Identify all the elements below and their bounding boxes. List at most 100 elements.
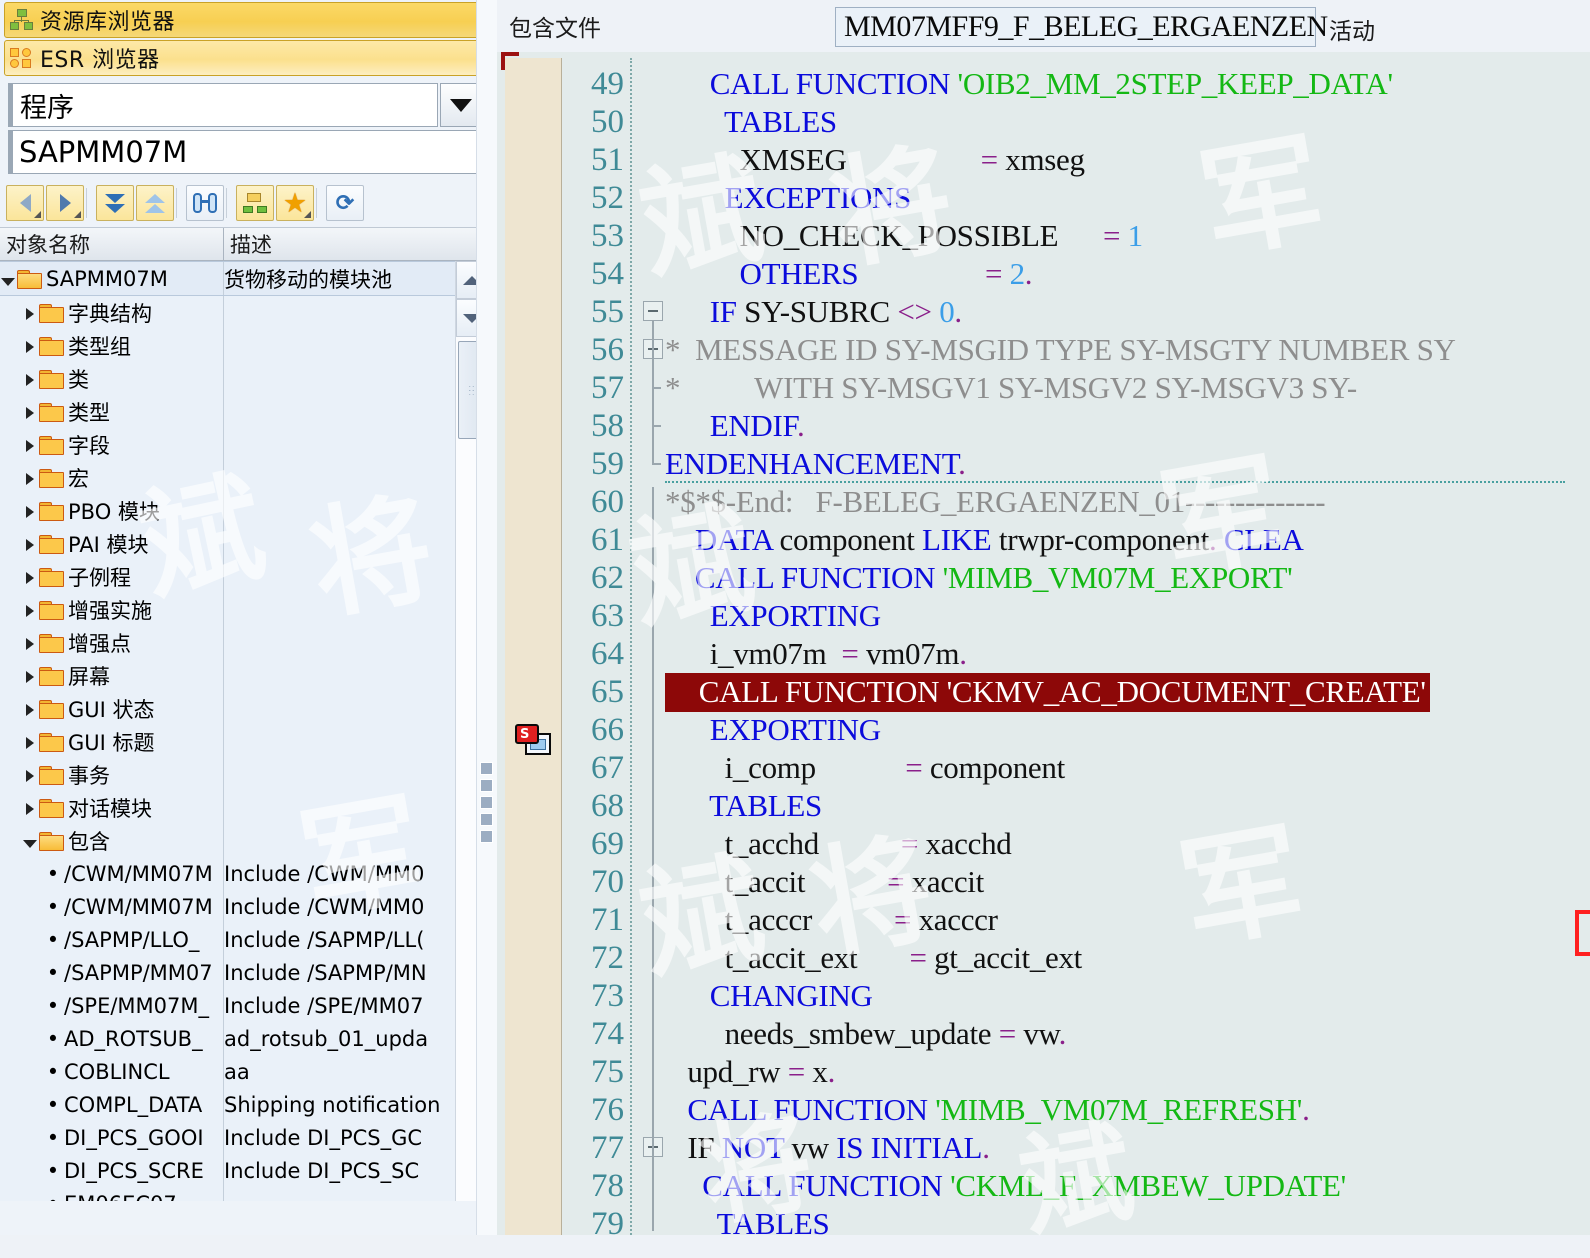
code-line[interactable]: *$*$-End: F-BELEG_ERGAENZEN_01----------… [665, 483, 1326, 521]
code-line[interactable]: NO_CHECK_POSSIBLE = 1 [665, 217, 1144, 255]
tree-row-folder[interactable]: 包含 [0, 824, 488, 857]
twisty-closed-icon[interactable] [22, 433, 38, 457]
tree-row-include[interactable]: • AD_ROTSUB_ ad_rotsub_01_upda [0, 1022, 488, 1055]
collapse-all-button[interactable] [136, 185, 174, 221]
column-header-description[interactable]: 描述 [224, 228, 488, 260]
column-header-object-name[interactable]: 对象名称 [0, 228, 224, 260]
panel-splitter[interactable] [476, 0, 498, 1235]
code-line[interactable]: t_accit_ext = gt_accit_ext [665, 939, 1083, 977]
tree-row-folder[interactable]: 屏幕 [0, 659, 488, 692]
tree-row-folder[interactable]: 字典结构 [0, 296, 488, 329]
tree-row-include[interactable]: •/CWM/MM07M Include /CWM/MM0 [0, 890, 488, 923]
twisty-closed-icon[interactable] [22, 730, 38, 754]
twisty-closed-icon[interactable] [22, 565, 38, 589]
favorites-button[interactable]: ★ [276, 185, 314, 221]
code-line[interactable]: EXPORTING [665, 597, 881, 635]
tree-row-include[interactable]: • COBLINCL aa [0, 1055, 488, 1088]
twisty-closed-icon[interactable] [22, 301, 38, 325]
tree-row-folder[interactable]: 宏 [0, 461, 488, 494]
code-line[interactable]: upd_rw = x. [665, 1053, 835, 1091]
refresh-button[interactable]: ⟳ [326, 185, 364, 221]
twisty-closed-icon[interactable] [22, 697, 38, 721]
code-line[interactable]: needs_smbew_update = vw. [665, 1015, 1067, 1053]
twisty-open-icon[interactable] [0, 267, 16, 291]
find-button[interactable] [186, 185, 224, 221]
repository-browser-header[interactable]: 资源库浏览器 [4, 2, 484, 38]
object-name-input[interactable]: SAPMM07M [8, 130, 482, 174]
code-line[interactable]: EXCEPTIONS [665, 179, 912, 217]
code-line[interactable]: IF SY-SUBRC <> 0. [665, 293, 962, 331]
code-line[interactable]: ENDENHANCEMENT. [665, 445, 966, 483]
fold-toggle-icon[interactable] [643, 301, 663, 321]
twisty-closed-icon[interactable] [22, 796, 38, 820]
code-line[interactable]: i_comp = component [665, 749, 1066, 787]
code-text-area[interactable]: CALL FUNCTION 'OIB2_MM_2STEP_KEEP_DATA' … [665, 58, 1590, 1235]
code-line[interactable]: DATA component LIKE trwpr-component. CLE… [665, 521, 1304, 559]
tree-row-include[interactable]: •/SAPMP/MM07 Include /SAPMP/MN [0, 956, 488, 989]
splitter-grip-icon[interactable] [480, 762, 493, 847]
twisty-closed-icon[interactable] [22, 631, 38, 655]
tree-row-folder[interactable]: GUI 标题 [0, 725, 488, 758]
tree-row-root[interactable]: SAPMM07M 货物移动的模块池 [0, 261, 488, 296]
code-line[interactable]: CALL FUNCTION 'OIB2_MM_2STEP_KEEP_DATA' [665, 65, 1393, 103]
breakpoint-watchpoint-icon[interactable]: S [515, 724, 553, 758]
tree-row-folder[interactable]: 对话模块 [0, 791, 488, 824]
code-line[interactable]: t_acchd = xacchd [665, 825, 1012, 863]
code-line[interactable]: CALL FUNCTION 'CKMV_AC_DOCUMENT_CREATE' [665, 673, 1430, 712]
twisty-closed-icon[interactable] [22, 400, 38, 424]
code-line[interactable]: CHANGING [665, 977, 873, 1015]
tree-row-include[interactable]: •/SPE/MM07M_ Include /SPE/MM07 [0, 989, 488, 1022]
tree-row-include[interactable]: •/SAPMP/LLO_ Include /SAPMP/LL( [0, 923, 488, 956]
code-line[interactable]: t_acccr = xacccr [665, 901, 998, 939]
object-type-select[interactable]: 程序 [8, 83, 482, 127]
twisty-closed-icon[interactable] [22, 334, 38, 358]
tree-row-folder[interactable]: PBO 模块 [0, 494, 488, 527]
code-line[interactable]: OTHERS = 2. [665, 255, 1033, 293]
tree-row-include[interactable]: •EM06EC07 [0, 1187, 488, 1201]
code-line[interactable]: * MESSAGE ID SY-MSGID TYPE SY-MSGTY NUMB… [665, 331, 1456, 369]
tree-row-folder[interactable]: GUI 状态 [0, 692, 488, 725]
tree-row-folder[interactable]: 事务 [0, 758, 488, 791]
code-line[interactable]: EXPORTING [665, 711, 881, 749]
object-list-button[interactable] [236, 185, 274, 221]
tree-row-folder[interactable]: 增强点 [0, 626, 488, 659]
tree-row-include[interactable]: • DI_PCS_GOOI Include DI_PCS_GC [0, 1121, 488, 1154]
code-line[interactable]: i_vm07m = vm07m. [665, 635, 967, 673]
code-line[interactable]: t_accit = xaccit [665, 863, 985, 901]
object-type-select-box[interactable]: 程序 [8, 83, 438, 127]
tree-row-folder[interactable]: 类型组 [0, 329, 488, 362]
code-line[interactable]: IF NOT vw IS INITIAL. [665, 1129, 990, 1167]
code-line[interactable]: TABLES [665, 103, 837, 141]
twisty-closed-icon[interactable] [22, 763, 38, 787]
code-fold-gutter[interactable] [637, 58, 665, 1235]
tree-row-folder[interactable]: 类型 [0, 395, 488, 428]
code-line[interactable]: ENDIF. [665, 407, 805, 445]
back-button[interactable] [6, 185, 44, 221]
esr-browser-header[interactable]: ESR 浏览器 [4, 40, 484, 76]
tree-row-include[interactable]: •/CWM/MM07M Include /CWM/MM0 [0, 857, 488, 890]
code-line[interactable]: CALL FUNCTION 'MIMB_VM07M_EXPORT' [665, 559, 1293, 597]
breakpoint-gutter[interactable] [505, 58, 562, 1235]
tree-row-folder[interactable]: PAI 模块 [0, 527, 488, 560]
object-tree[interactable]: SAPMM07M 货物移动的模块池 字典结构 类型组类类型 字段宏 PBO 模块 PAI 模… [0, 261, 488, 1201]
editor-object-name-field[interactable]: MM07MFF9_F_BELEG_ERGAENZEN [835, 7, 1328, 47]
twisty-closed-icon[interactable] [22, 664, 38, 688]
tree-row-folder[interactable]: 类 [0, 362, 488, 395]
tree-row-folder[interactable]: 增强实施 [0, 593, 488, 626]
tree-row-folder[interactable]: 字段 [0, 428, 488, 461]
twisty-closed-icon[interactable] [22, 367, 38, 391]
twisty-closed-icon[interactable] [22, 466, 38, 490]
code-line[interactable]: XMSEG = xmseg [665, 141, 1086, 179]
code-line[interactable]: TABLES [665, 1205, 830, 1235]
twisty-closed-icon[interactable] [22, 598, 38, 622]
twisty-closed-icon[interactable] [22, 499, 38, 523]
expand-all-button[interactable] [96, 185, 134, 221]
tree-row-include[interactable]: • COMPL_DATA Shipping notification [0, 1088, 488, 1121]
tree-row-include[interactable]: • DI_PCS_SCRE Include DI_PCS_SC [0, 1154, 488, 1187]
twisty-open-icon[interactable] [22, 829, 38, 853]
twisty-closed-icon[interactable] [22, 532, 38, 556]
code-line[interactable]: TABLES [665, 787, 822, 825]
tree-row-folder[interactable]: 子例程 [0, 560, 488, 593]
code-line[interactable]: CALL FUNCTION 'CKML_F_XMBEW_UPDATE' [665, 1167, 1346, 1205]
code-line[interactable]: * WITH SY-MSGV1 SY-MSGV2 SY-MSGV3 SY- [665, 369, 1357, 407]
